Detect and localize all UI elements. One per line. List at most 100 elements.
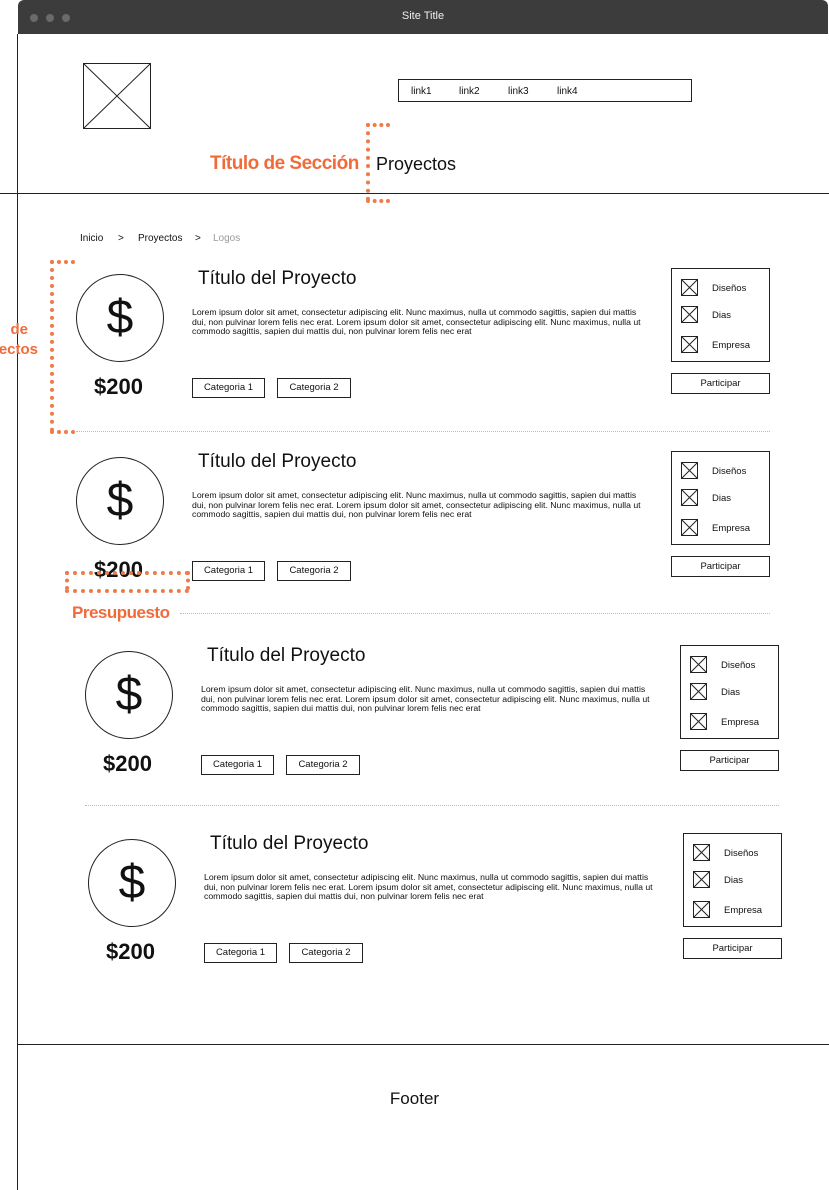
image-placeholder-icon — [681, 279, 698, 296]
option-item: Empresa — [681, 519, 771, 536]
nav-link-1[interactable]: link1 — [411, 86, 432, 97]
option-item: Empresa — [693, 901, 783, 918]
option-item: Empresa — [690, 713, 780, 730]
participate-button[interactable]: Participar — [671, 373, 770, 394]
dollar-icon: $ — [88, 839, 176, 927]
breadcrumb-separator: > — [118, 233, 124, 244]
annotation-bracket-bottom — [50, 430, 75, 434]
project-price: $200 — [106, 939, 155, 964]
breadcrumb-current: Logos — [213, 233, 241, 244]
category-tag-2[interactable]: Categoria 2 — [289, 943, 363, 963]
nav-link-2[interactable]: link2 — [459, 86, 480, 97]
annotation-bracket-side — [50, 260, 54, 432]
image-placeholder-icon — [693, 871, 710, 888]
project-description: Lorem ipsum dolor sit amet, consectetur … — [192, 490, 641, 519]
participate-button[interactable]: Participar — [671, 556, 770, 577]
project-title[interactable]: Título del Proyecto — [198, 451, 356, 473]
category-tag-2[interactable]: Categoria 2 — [277, 378, 351, 398]
option-label: Dias — [721, 687, 741, 698]
option-item: Dias — [681, 489, 771, 506]
project-card: $ $200 Título del Proyecto Lorem ipsum d… — [76, 268, 776, 428]
project-title[interactable]: Título del Proyecto — [198, 268, 356, 290]
category-tag-1[interactable]: Categoria 1 — [192, 378, 265, 398]
nav-bar: link1 link2 link3 link4 — [398, 79, 692, 102]
footer-divider — [17, 1044, 829, 1045]
option-label: Empresa — [712, 523, 751, 534]
nav-link-3[interactable]: link3 — [508, 86, 529, 97]
category-tag-1[interactable]: Categoria 1 — [204, 943, 277, 963]
category-tag-2[interactable]: Categoria 2 — [286, 755, 360, 775]
option-label: Diseños — [724, 848, 759, 859]
image-placeholder-icon — [690, 713, 707, 730]
annotation-bracket-bottom — [366, 199, 390, 203]
option-item: Diseños — [681, 279, 771, 296]
annotation-bracket-top — [65, 571, 189, 575]
project-price: $200 — [94, 557, 143, 582]
project-title[interactable]: Título del Proyecto — [210, 833, 368, 855]
category-tag-1[interactable]: Categoria 1 — [201, 755, 274, 775]
project-options-box: Diseños Dias Empresa — [680, 645, 779, 739]
option-label: Diseños — [721, 660, 756, 671]
project-options-box: Diseños Dias Empresa — [671, 451, 770, 545]
image-placeholder-icon — [681, 462, 698, 479]
logo-placeholder[interactable] — [83, 63, 151, 129]
budget-annotation: Presupuesto — [72, 603, 170, 622]
category-tag-1[interactable]: Categoria 1 — [192, 561, 265, 581]
dollar-icon: $ — [85, 651, 173, 739]
breadcrumb-home[interactable]: Inicio — [80, 233, 103, 244]
project-card: $ $200 Título del Proyecto Lorem ipsum d… — [85, 645, 785, 805]
project-description: Lorem ipsum dolor sit amet, consectetur … — [192, 307, 641, 336]
option-label: Dias — [712, 310, 732, 321]
option-item: Empresa — [681, 336, 771, 353]
option-item: Diseños — [690, 656, 780, 673]
window-title: Site Title — [401, 10, 445, 22]
project-card: $ $200 Título del Proyecto Lorem ipsum d… — [88, 833, 788, 993]
image-placeholder-icon — [681, 306, 698, 323]
image-placeholder-icon — [693, 844, 710, 861]
project-description: Lorem ipsum dolor sit amet, consectetur … — [201, 684, 650, 713]
project-card: $ $200 Título del Proyecto Lorem ipsum d… — [76, 451, 776, 611]
projects-annotation-line2: ectos — [0, 341, 38, 358]
project-options-box: Diseños Dias Empresa — [671, 268, 770, 362]
section-title: Proyectos — [376, 154, 457, 174]
option-item: Diseños — [693, 844, 783, 861]
participate-button[interactable]: Participar — [683, 938, 782, 959]
nav-link-4[interactable]: link4 — [557, 86, 578, 97]
option-label: Empresa — [712, 340, 751, 351]
option-item: Diseños — [681, 462, 771, 479]
image-placeholder-icon — [681, 519, 698, 536]
annotation-bracket-side — [65, 571, 69, 590]
projects-annotation-line1: de — [10, 321, 28, 338]
participate-button[interactable]: Participar — [680, 750, 779, 771]
option-label: Dias — [712, 493, 732, 504]
option-item: Dias — [681, 306, 771, 323]
header-divider — [0, 193, 829, 194]
category-tag-2[interactable]: Categoria 2 — [277, 561, 351, 581]
image-placeholder-icon — [681, 336, 698, 353]
project-options-box: Diseños Dias Empresa — [683, 833, 782, 927]
image-placeholder-icon — [681, 489, 698, 506]
card-divider — [180, 613, 770, 614]
option-label: Empresa — [724, 905, 763, 916]
option-item: Dias — [693, 871, 783, 888]
annotation-bracket-side — [186, 571, 190, 590]
option-label: Dias — [724, 875, 744, 886]
annotation-bracket-side — [366, 123, 370, 201]
image-placeholder-icon — [690, 683, 707, 700]
dollar-icon: $ — [76, 274, 164, 362]
breadcrumb-separator: > — [195, 233, 201, 244]
dollar-icon: $ — [76, 457, 164, 545]
option-label: Diseños — [712, 466, 747, 477]
project-price: $200 — [103, 751, 152, 776]
option-label: Diseños — [712, 283, 747, 294]
window-titlebar: Site Title — [18, 0, 828, 34]
section-title-annotation: Título de Sección — [210, 153, 359, 174]
project-title[interactable]: Título del Proyecto — [207, 645, 365, 667]
project-price: $200 — [94, 374, 143, 399]
option-item: Dias — [690, 683, 780, 700]
breadcrumb-projects[interactable]: Proyectos — [138, 233, 182, 244]
image-placeholder-icon — [690, 656, 707, 673]
frame-border — [17, 34, 18, 1190]
image-placeholder-icon — [693, 901, 710, 918]
option-label: Empresa — [721, 717, 760, 728]
